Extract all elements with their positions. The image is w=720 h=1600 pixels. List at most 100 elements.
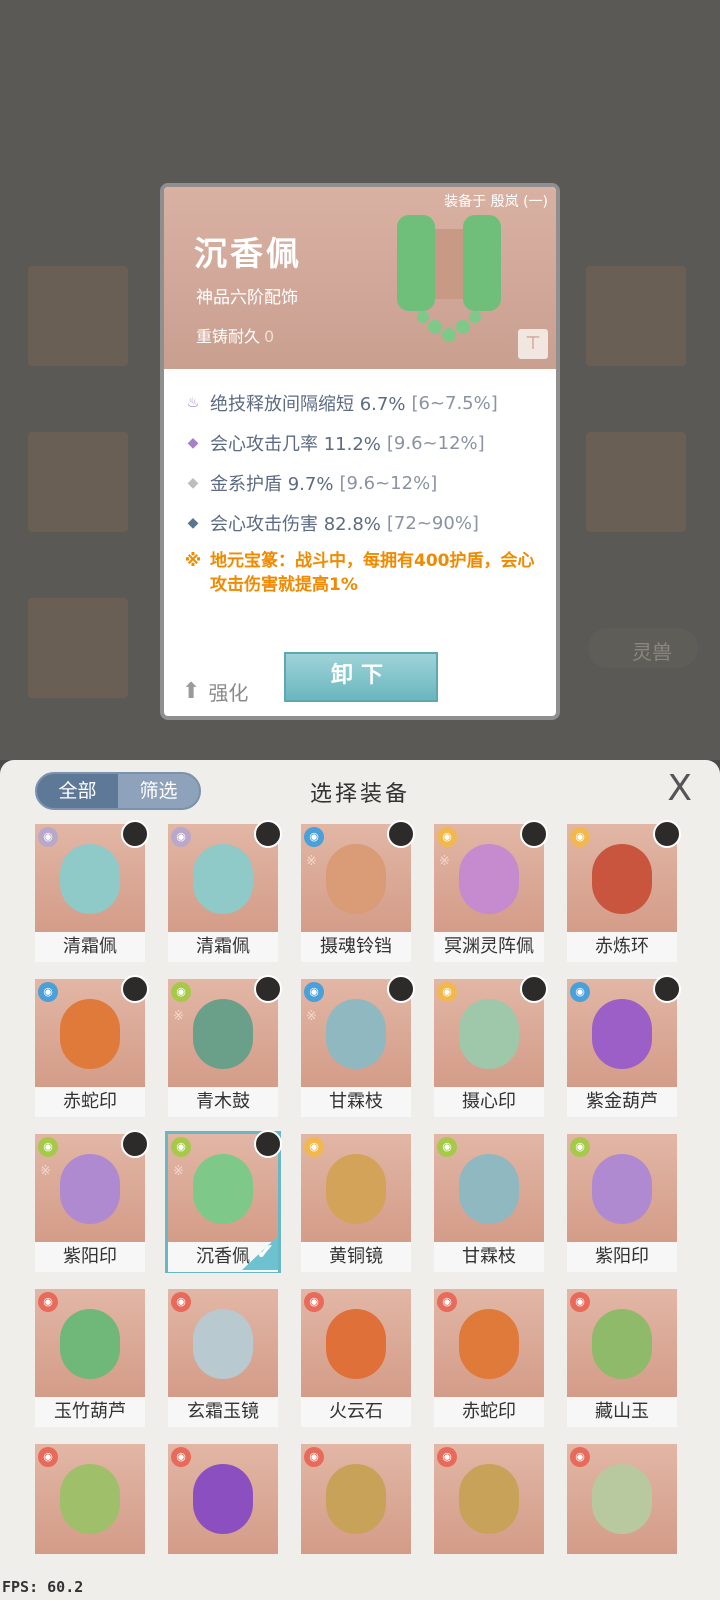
- equipment-name: 赤炼环: [567, 932, 677, 962]
- equipment-image: ◉: [567, 1289, 677, 1399]
- element-icon: ◉: [171, 827, 191, 847]
- upgrade-button[interactable]: ⬆ 强化: [182, 677, 248, 706]
- equipment-tile[interactable]: ◉ 紫阳印: [567, 1134, 677, 1272]
- item-card-header: 装备于 殷岚 (一) 沉香佩 神品六阶配饰 重铸耐久 0 ⊤: [164, 187, 556, 369]
- equipment-image: ◉: [168, 820, 282, 934]
- equipment-art-icon: [60, 1464, 120, 1534]
- element-icon: ◉: [304, 827, 324, 847]
- unequip-button[interactable]: 卸下: [284, 652, 438, 702]
- equipment-art-icon: [326, 1309, 386, 1379]
- equipment-tile[interactable]: ◉: [567, 1444, 677, 1580]
- equipment-image: ◉ ※: [168, 975, 282, 1089]
- equipment-image: ◉: [168, 1289, 278, 1399]
- equipment-name: 黄铜镜: [301, 1242, 411, 1272]
- equipment-tile[interactable]: ◉ ※ 冥渊灵阵佩: [434, 820, 548, 962]
- equipment-name: 甘霖枝: [301, 1087, 411, 1117]
- equipment-tile[interactable]: ◉ 清霜佩: [35, 820, 149, 962]
- stat-row: ◆ 会心攻击几率 11.2% [9.6~12%]: [182, 423, 556, 463]
- equipment-art-icon: [193, 844, 253, 914]
- select-equipment-panel: 全部 筛选 选择装备 X ◉ 清霜佩 ◉ 清霜佩 ◉ ※ 摄魂铃铛 ◉ ※ 冥渊灵阵佩 ◉ 赤炼环 ◉ 赤…: [0, 760, 720, 1600]
- element-icon: ◉: [38, 1137, 58, 1157]
- equipment-art-icon: [592, 1154, 652, 1224]
- equipment-art-icon: [193, 1464, 253, 1534]
- equipment-art-icon: [60, 1309, 120, 1379]
- stat-label: 会心攻击伤害 82.8%: [210, 514, 381, 535]
- stat-range: [9.6~12%]: [386, 432, 485, 454]
- equipment-art-icon: [592, 1464, 652, 1534]
- equipment-image: ◉: [35, 975, 149, 1089]
- equipment-tile[interactable]: ◉ ※ 摄魂铃铛: [301, 820, 415, 962]
- equipment-tile[interactable]: ◉: [168, 1444, 278, 1580]
- element-icon: ◉: [570, 982, 590, 1002]
- element-icon: ◉: [171, 1292, 191, 1312]
- stats-list: ♨ 绝技释放间隔缩短 6.7% [6~7.5%] ◆ 会心攻击几率 11.2% [9.6…: [164, 369, 556, 597]
- equipment-tile[interactable]: ◉: [35, 1444, 145, 1580]
- element-icon: ◉: [171, 982, 191, 1002]
- item-detail-card: 装备于 殷岚 (一) 沉香佩 神品六阶配饰 重铸耐久 0 ⊤ ♨ 绝技释放间隔缩短 …: [160, 183, 560, 720]
- close-icon[interactable]: X: [667, 768, 692, 809]
- jade-pendant-icon: [397, 215, 501, 342]
- equipment-image: ◉ ※: [301, 820, 415, 934]
- equipment-art-icon: [60, 1154, 120, 1224]
- arrow-up-icon: ⬆: [182, 679, 201, 704]
- equipment-image: ◉: [567, 975, 681, 1089]
- bg-slot: [28, 432, 128, 532]
- equipment-name: 青木鼓: [168, 1087, 278, 1117]
- diamond-blue-icon: ◆: [187, 515, 199, 531]
- element-icon: ◉: [38, 827, 58, 847]
- equipment-image: ◉: [35, 1289, 145, 1399]
- element-icon: ◉: [38, 1292, 58, 1312]
- equipment-tile[interactable]: ◉ 玄霜玉镜: [168, 1289, 278, 1427]
- lock-button[interactable]: ⊤: [518, 329, 548, 359]
- equipment-tile[interactable]: ◉: [301, 1444, 411, 1580]
- equipment-name: 赤蛇印: [35, 1087, 145, 1117]
- equipment-art-icon: [592, 999, 652, 1069]
- item-name: 沉香佩: [194, 234, 302, 273]
- equipment-image: ◉ ※: [301, 975, 415, 1089]
- beast-button[interactable]: 灵兽: [588, 628, 698, 668]
- diamond-purple-icon: ◆: [187, 435, 199, 451]
- equipment-image: ◉: [434, 1134, 544, 1244]
- equipment-image: ◉: [567, 1134, 677, 1244]
- equipment-tile[interactable]: ◉ 甘霖枝: [434, 1134, 544, 1272]
- stat-row: ◆ 金系护盾 9.7% [9.6~12%]: [182, 463, 556, 503]
- equipment-name: 清霜佩: [35, 932, 145, 962]
- bg-slot: [586, 432, 686, 532]
- equipment-art-icon: [60, 999, 120, 1069]
- special-mark-icon: ※: [173, 1164, 184, 1179]
- equipment-tile[interactable]: ◉ 紫金葫芦: [567, 975, 681, 1117]
- equipment-tile[interactable]: ◉ 清霜佩: [168, 820, 282, 962]
- equipment-tile[interactable]: ◉ ※ 甘霖枝: [301, 975, 415, 1117]
- equipment-name: 甘霖枝: [434, 1242, 544, 1272]
- equipment-tile[interactable]: ◉ 赤蛇印: [35, 975, 149, 1117]
- equipment-art-icon: [326, 844, 386, 914]
- equipment-tile[interactable]: ◉ ※ 紫阳印: [35, 1130, 149, 1272]
- equipment-tile[interactable]: ◉ ※ 沉香佩 ✔: [165, 1130, 282, 1273]
- element-icon: ◉: [304, 1447, 324, 1467]
- avatar: [121, 1130, 149, 1158]
- special-mark-icon: ※: [306, 854, 317, 869]
- special-effect-text: 地元宝篆：战斗中，每拥有400护盾，会心攻击伤害就提高1%: [210, 551, 535, 595]
- equipment-tile[interactable]: ◉ 火云石: [301, 1289, 411, 1427]
- equipment-name: 紫阳印: [567, 1242, 677, 1272]
- equipment-art-icon: [459, 1309, 519, 1379]
- equipment-image: ◉: [567, 820, 681, 934]
- equipment-image: ◉: [35, 820, 149, 934]
- equipment-tile[interactable]: ◉: [434, 1444, 544, 1580]
- equipment-tile[interactable]: ◉ 赤炼环: [567, 820, 681, 962]
- element-icon: ◉: [437, 1292, 457, 1312]
- equipment-image: ◉: [35, 1444, 145, 1554]
- equipment-tile[interactable]: ◉ 藏山玉: [567, 1289, 677, 1427]
- equipment-art-icon: [326, 999, 386, 1069]
- equipment-tile[interactable]: ◉ 摄心印: [434, 975, 548, 1117]
- avatar: [254, 1130, 282, 1158]
- equipment-tile[interactable]: ◉ 赤蛇印: [434, 1289, 544, 1427]
- equipment-tile[interactable]: ◉ 玉竹葫芦: [35, 1289, 145, 1427]
- equipment-art-icon: [459, 999, 519, 1069]
- equipment-art-icon: [193, 1309, 253, 1379]
- element-icon: ◉: [304, 1292, 324, 1312]
- equipment-tile[interactable]: ◉ 黄铜镜: [301, 1134, 411, 1272]
- equipment-name: 紫金葫芦: [567, 1087, 677, 1117]
- avatar: [121, 975, 149, 1003]
- equipment-tile[interactable]: ◉ ※ 青木鼓: [168, 975, 282, 1117]
